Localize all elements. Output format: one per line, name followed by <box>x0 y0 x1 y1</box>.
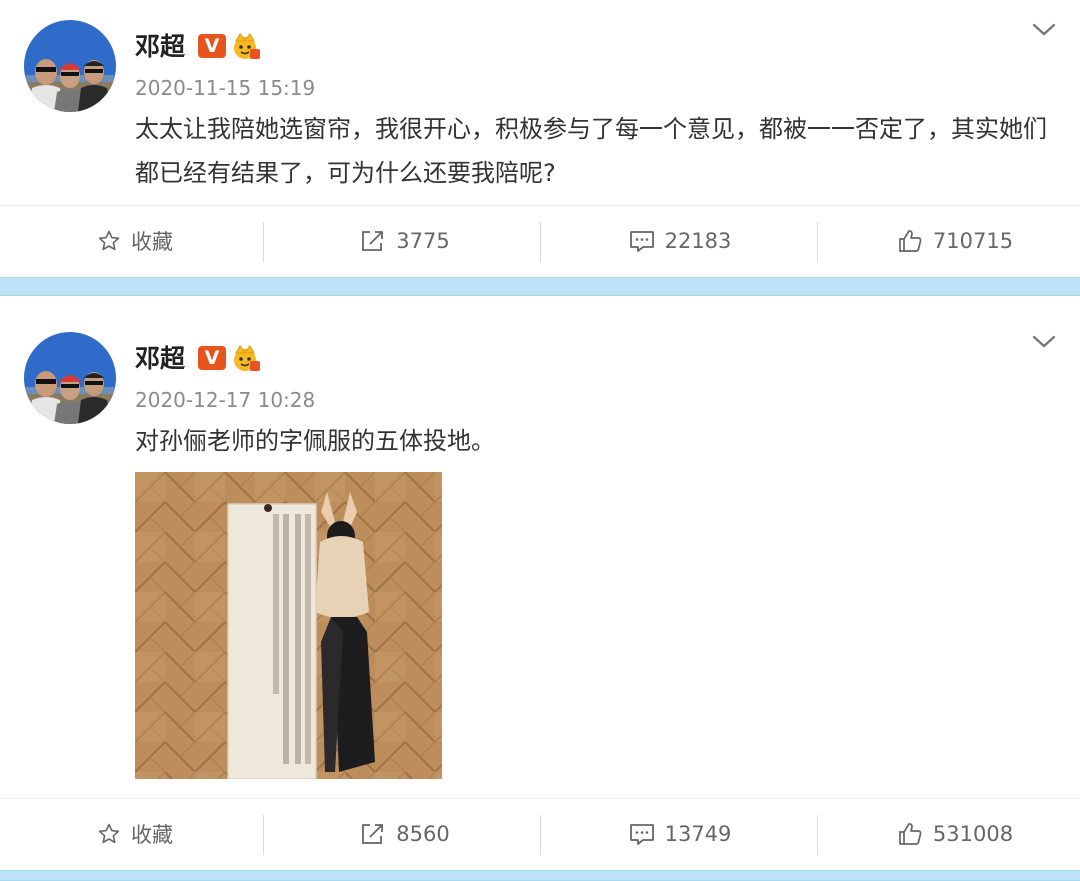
divider <box>540 222 541 262</box>
thumbs-up-icon <box>899 230 922 252</box>
comment-icon <box>629 231 654 252</box>
divider <box>540 815 541 855</box>
repost-icon <box>362 824 384 844</box>
author-name[interactable]: 邓超 <box>135 34 185 59</box>
repost-button[interactable]: 8560 <box>270 799 540 869</box>
comment-count: 22183 <box>664 229 732 253</box>
action-bar: 收藏 3775 22183 710715 <box>0 205 1080 277</box>
crown-badge-icon <box>234 345 260 371</box>
verified-badge: V <box>198 346 226 370</box>
post-timestamp: 2020-11-15 15:19 <box>135 76 316 100</box>
action-bar: 收藏 8560 13749 531008 <box>0 798 1080 870</box>
comment-button[interactable]: 13749 <box>545 799 815 869</box>
feed-separator <box>0 870 1080 881</box>
chevron-down-icon[interactable] <box>1032 334 1056 350</box>
divider <box>263 815 264 855</box>
like-button[interactable]: 710715 <box>820 206 1080 276</box>
verified-badge: V <box>198 34 226 58</box>
post-image[interactable] <box>135 472 442 779</box>
favorite-button[interactable]: 收藏 <box>0 206 270 276</box>
repost-count: 8560 <box>396 822 450 846</box>
repost-icon <box>362 231 384 251</box>
favorite-label: 收藏 <box>131 230 173 254</box>
feed-separator <box>0 277 1080 296</box>
post-timestamp: 2020-12-17 10:28 <box>135 388 316 412</box>
divider <box>263 222 264 262</box>
comment-icon <box>629 824 654 845</box>
thumbs-up-icon <box>899 823 922 845</box>
comment-button[interactable]: 22183 <box>545 206 815 276</box>
star-icon <box>98 230 120 251</box>
avatar[interactable] <box>24 20 116 112</box>
crown-badge-icon <box>234 33 260 59</box>
author-name[interactable]: 邓超 <box>135 346 185 371</box>
favorite-button[interactable]: 收藏 <box>0 799 270 869</box>
avatar[interactable] <box>24 332 116 424</box>
divider <box>817 815 818 855</box>
chevron-down-icon[interactable] <box>1032 22 1056 38</box>
repost-count: 3775 <box>396 229 450 253</box>
post-text: 对孙俪老师的字佩服的五体投地。 <box>135 427 495 455</box>
divider <box>817 222 818 262</box>
weibo-post: 邓超 V 2020-11-15 15:19 太太让我陪她选窗帘，我很开心，积极参… <box>0 0 1080 277</box>
comment-count: 13749 <box>664 822 732 846</box>
star-icon <box>98 823 120 844</box>
weibo-post: 邓超 V 2020-12-17 10:28 对孙俪老师的字佩服的五体投地。 收藏… <box>0 296 1080 870</box>
like-count: 710715 <box>932 229 1014 253</box>
post-text: 太太让我陪她选窗帘，我很开心，积极参与了每一个意见，都被一一否定了，其实她们都已… <box>135 115 1047 187</box>
repost-button[interactable]: 3775 <box>270 206 540 276</box>
favorite-label: 收藏 <box>131 823 173 847</box>
like-button[interactable]: 531008 <box>820 799 1080 869</box>
like-count: 531008 <box>932 822 1014 846</box>
